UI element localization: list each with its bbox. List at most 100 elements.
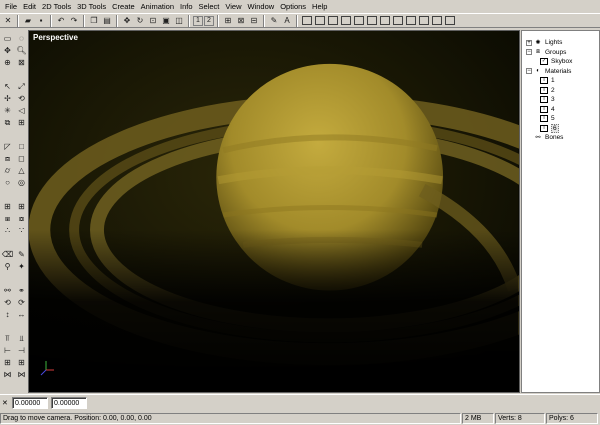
distribute-icon[interactable]: ⊞ <box>1 357 14 369</box>
bevel-icon[interactable]: ⧇ <box>15 213 28 225</box>
fit-h-icon[interactable]: ⋈ <box>1 369 14 381</box>
layout-quad-b-icon[interactable] <box>432 16 442 25</box>
menu-create[interactable]: Create <box>109 0 138 13</box>
collapse-icon[interactable]: − <box>526 49 532 56</box>
layout-top-icon[interactable] <box>367 16 377 25</box>
expand-icon[interactable]: + <box>526 39 532 46</box>
tree-item-skybox[interactable]: ✓ Skybox <box>526 57 599 67</box>
eraser-icon[interactable]: ⌫ <box>1 249 14 261</box>
magic-wand-icon[interactable]: ✦ <box>15 261 28 273</box>
tree-item-material[interactable]: T 2 <box>526 86 599 96</box>
tree-item-groups[interactable]: − ⧈ Groups <box>526 48 599 58</box>
layout-three-b-icon[interactable] <box>406 16 416 25</box>
fit-v-icon[interactable]: ⋈ <box>15 369 28 381</box>
box-icon[interactable]: ◻ <box>15 153 28 165</box>
rotate-vertex-icon[interactable]: ⟲ <box>15 93 28 105</box>
stretch-v-icon[interactable]: ↕ <box>1 309 14 321</box>
close-icon[interactable]: ✕ <box>2 15 14 26</box>
cone-icon[interactable]: △ <box>15 165 28 177</box>
stretch-h-icon[interactable]: ↔ <box>15 309 28 321</box>
paint-icon[interactable]: A <box>281 15 293 26</box>
tree-item-lights[interactable]: + ✺ Lights <box>526 38 599 48</box>
arrow-select-icon[interactable]: ↖ <box>1 81 14 93</box>
layout-quad-icon[interactable] <box>419 16 429 25</box>
paste-icon[interactable]: ▤ <box>101 15 113 26</box>
split-icon[interactable]: ∵ <box>15 225 28 237</box>
grid-icon[interactable]: ⊞ <box>15 117 28 129</box>
square-icon[interactable]: □ <box>15 141 28 153</box>
move-vertex-icon[interactable]: ✢ <box>1 93 14 105</box>
tree-item-material[interactable]: T 5 <box>526 114 599 124</box>
tree-item-material[interactable]: T 4 <box>526 105 599 115</box>
grid-snap-icon[interactable]: ⊞ <box>222 15 234 26</box>
save-icon[interactable]: ▪ <box>35 15 47 26</box>
collapse-icon[interactable]: − <box>526 68 532 75</box>
undo-icon[interactable]: ↶ <box>55 15 67 26</box>
checkbox-icon[interactable]: ✓ <box>540 58 548 66</box>
zoom-icon[interactable]: 🔍︎ <box>15 45 28 57</box>
flip-icon[interactable]: ◁ <box>15 105 28 117</box>
menu-options[interactable]: Options <box>277 0 309 13</box>
zoom-fit-icon[interactable]: ⊠ <box>15 57 28 69</box>
mirror-icon[interactable]: ⧉ <box>1 117 14 129</box>
view-2-button[interactable]: 2 <box>204 15 214 26</box>
layout-right-icon[interactable] <box>354 16 364 25</box>
scale-vertex-icon[interactable]: ✳ <box>1 105 14 117</box>
menu-info[interactable]: Info <box>177 0 196 13</box>
view-1-button[interactable]: 1 <box>193 15 203 26</box>
torus-icon[interactable]: ◎ <box>15 177 28 189</box>
layout-quad-c-icon[interactable] <box>445 16 455 25</box>
perspective-viewport[interactable]: Perspective <box>28 30 520 393</box>
layout-single-icon[interactable] <box>302 16 312 25</box>
align-right-icon[interactable]: ⊣ <box>15 345 28 357</box>
coord-close-icon[interactable]: ✕ <box>2 399 10 407</box>
layout-bottom-icon[interactable] <box>380 16 390 25</box>
bone-icon[interactable]: ⚯ <box>1 285 14 297</box>
camera-icon[interactable]: ◫ <box>173 15 185 26</box>
menu-2d-tools[interactable]: 2D Tools <box>39 0 74 13</box>
center-icon[interactable]: ⊠ <box>235 15 247 26</box>
tree-item-material-selected[interactable]: T 6 <box>526 123 599 134</box>
pencil-icon[interactable]: ✎ <box>15 249 28 261</box>
rotate-right-icon[interactable]: ⟳ <box>15 297 28 309</box>
redo-icon[interactable]: ↷ <box>68 15 80 26</box>
tree-item-material[interactable]: T 3 <box>526 95 599 105</box>
pan-icon[interactable]: ✥ <box>1 45 14 57</box>
fit-icon[interactable]: ⊟ <box>248 15 260 26</box>
triangle-icon[interactable]: ◸ <box>1 141 14 153</box>
coord-y-field[interactable]: 0.00000 <box>51 397 87 409</box>
align-bottom-icon[interactable]: ⫫ <box>15 333 28 345</box>
layout-left-icon[interactable] <box>341 16 351 25</box>
select-rect-icon[interactable]: ▭ <box>1 33 14 45</box>
joint-icon[interactable]: ⚭ <box>15 285 28 297</box>
weld-icon[interactable]: ∴ <box>1 225 14 237</box>
plane-grid-icon[interactable]: ⊞ <box>1 201 14 213</box>
coord-x-field[interactable]: 0.00000 <box>12 397 48 409</box>
scale-icon[interactable]: ⊡ <box>147 15 159 26</box>
select-box-icon[interactable]: ▣ <box>160 15 172 26</box>
layout-three-icon[interactable] <box>393 16 403 25</box>
tree-item-bones[interactable]: ⚯ Bones <box>526 133 599 143</box>
align-left-icon[interactable]: ⊢ <box>1 345 14 357</box>
rotate-left-icon[interactable]: ⟲ <box>1 297 14 309</box>
align-top-icon[interactable]: ⫪ <box>1 333 14 345</box>
select-lasso-icon[interactable]: ◌ <box>15 33 28 45</box>
menu-edit[interactable]: Edit <box>20 0 39 13</box>
tile-icon[interactable]: ⊞ <box>15 357 28 369</box>
open-folder-icon[interactable]: ▰ <box>22 15 34 26</box>
menu-help[interactable]: Help <box>309 0 330 13</box>
link-icon[interactable]: ⤢ <box>15 81 28 93</box>
cylinder-icon[interactable]: ⌭ <box>1 165 14 177</box>
menu-file[interactable]: File <box>2 0 20 13</box>
eyedropper-icon[interactable]: ✎ <box>268 15 280 26</box>
menu-window[interactable]: Window <box>245 0 278 13</box>
sphere-icon[interactable]: ○ <box>1 177 14 189</box>
copy-icon[interactable]: ❐ <box>88 15 100 26</box>
tree-item-materials[interactable]: − ◐ Materials <box>526 67 599 77</box>
menu-3d-tools[interactable]: 3D Tools <box>74 0 109 13</box>
menu-view[interactable]: View <box>222 0 244 13</box>
zoom-region-icon[interactable]: ⊕ <box>1 57 14 69</box>
tree-item-material[interactable]: T 1 <box>526 76 599 86</box>
layout-split-h-icon[interactable] <box>328 16 338 25</box>
rotate-icon[interactable]: ↻ <box>134 15 146 26</box>
